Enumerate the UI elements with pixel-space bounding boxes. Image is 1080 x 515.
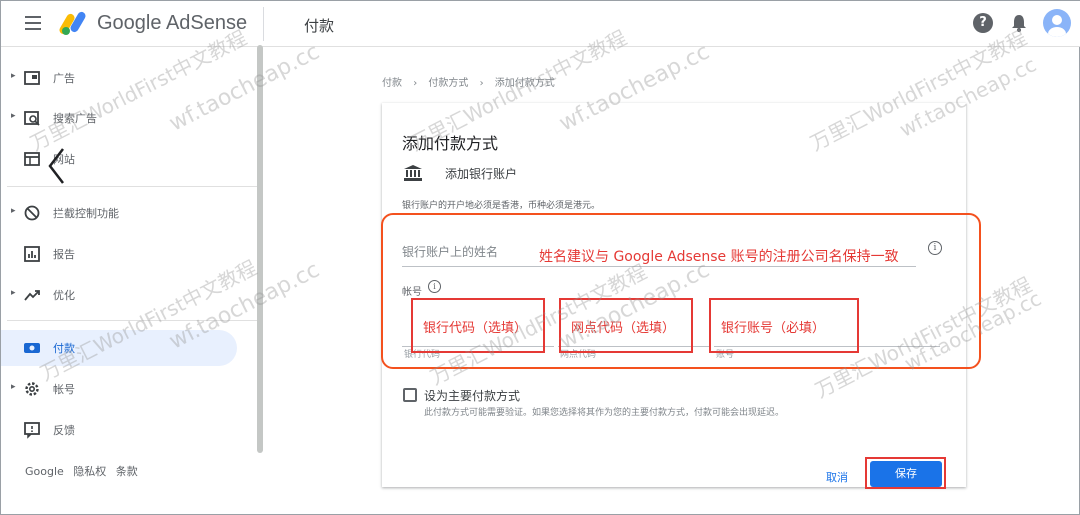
sidebar-item-reports[interactable]: 报告 — [1, 236, 237, 272]
help-icon[interactable]: ? — [973, 13, 993, 33]
reports-icon — [24, 246, 40, 262]
user-avatar-icon — [1048, 15, 1066, 37]
terms-link[interactable]: 条款 — [116, 465, 138, 478]
sidebar-item-label: 帐号 — [53, 383, 75, 396]
sidebar-item-account[interactable]: ▸ 帐号 — [1, 371, 237, 407]
cancel-button[interactable]: 取消 — [826, 469, 848, 485]
payments-icon — [24, 343, 40, 353]
bank-account-section-title: 添加银行账户 — [445, 167, 518, 181]
expand-caret-icon: ▸ — [11, 288, 16, 298]
sidebar-item-feedback[interactable]: 反馈 — [1, 412, 237, 448]
feedback-icon — [24, 422, 40, 439]
bank-account-note: 银行账户的开户地必须是香港，币种必须是港元。 — [402, 201, 601, 211]
ad-icon — [24, 71, 40, 85]
screenshot-frame: Google AdSense 付款 ? ▸ 广告 ▸ 搜索广告 网站 ▸ 拦截控… — [0, 0, 1080, 515]
chevron-left-icon[interactable] — [45, 146, 69, 186]
bank-icon — [404, 165, 422, 181]
sidebar-item-label: 反馈 — [53, 424, 75, 437]
sidebar-item-label: 拦截控制功能 — [53, 207, 119, 220]
breadcrumb-payment-methods[interactable]: 付款方式 — [428, 78, 468, 89]
annotation-account-number: 银行账号（必填） — [721, 321, 826, 336]
block-icon — [24, 205, 40, 221]
annotation-name-hint: 姓名建议与 Google Adsense 账号的注册公司名保持一致 — [539, 249, 899, 265]
expand-caret-icon: ▸ — [11, 206, 16, 216]
expand-caret-icon: ▸ — [11, 382, 16, 392]
sidebar-divider — [7, 186, 257, 187]
top-app-bar: Google AdSense 付款 ? — [1, 1, 1080, 47]
sidebar-scrollbar[interactable] — [257, 45, 263, 453]
breadcrumb-separator: › — [413, 78, 418, 89]
annotation-save-highlight — [865, 457, 946, 489]
account-icon — [25, 382, 39, 396]
sidebar-item-blocking-controls[interactable]: ▸ 拦截控制功能 — [1, 195, 237, 231]
privacy-link[interactable]: 隐私权 — [73, 465, 106, 478]
expand-caret-icon: ▸ — [11, 111, 16, 121]
avatar[interactable] — [1043, 9, 1071, 37]
breadcrumb-payments[interactable]: 付款 — [382, 78, 402, 89]
header-divider — [263, 7, 264, 41]
primary-payment-checkbox[interactable] — [403, 388, 417, 402]
menu-icon[interactable] — [25, 16, 41, 30]
adsense-logo-icon — [59, 11, 86, 35]
optimize-icon — [24, 290, 40, 301]
breadcrumb-separator: › — [479, 78, 484, 89]
expand-caret-icon: ▸ — [11, 71, 16, 81]
primary-payment-note: 此付款方式可能需要验证。如果您选择将其作为您的主要付款方式，付款可能会出现延迟。 — [424, 408, 785, 418]
sidebar-item-label: 优化 — [53, 289, 75, 302]
sidebar-item-label: 广告 — [53, 72, 75, 85]
sidebar-footer: Google 隐私权 条款 — [25, 463, 144, 479]
annotation-account-number-box: 银行账号（必填） — [709, 298, 859, 353]
page-title: 付款 — [304, 17, 335, 35]
google-link[interactable]: Google — [25, 465, 64, 478]
sidebar-item-label: 报告 — [53, 248, 75, 261]
